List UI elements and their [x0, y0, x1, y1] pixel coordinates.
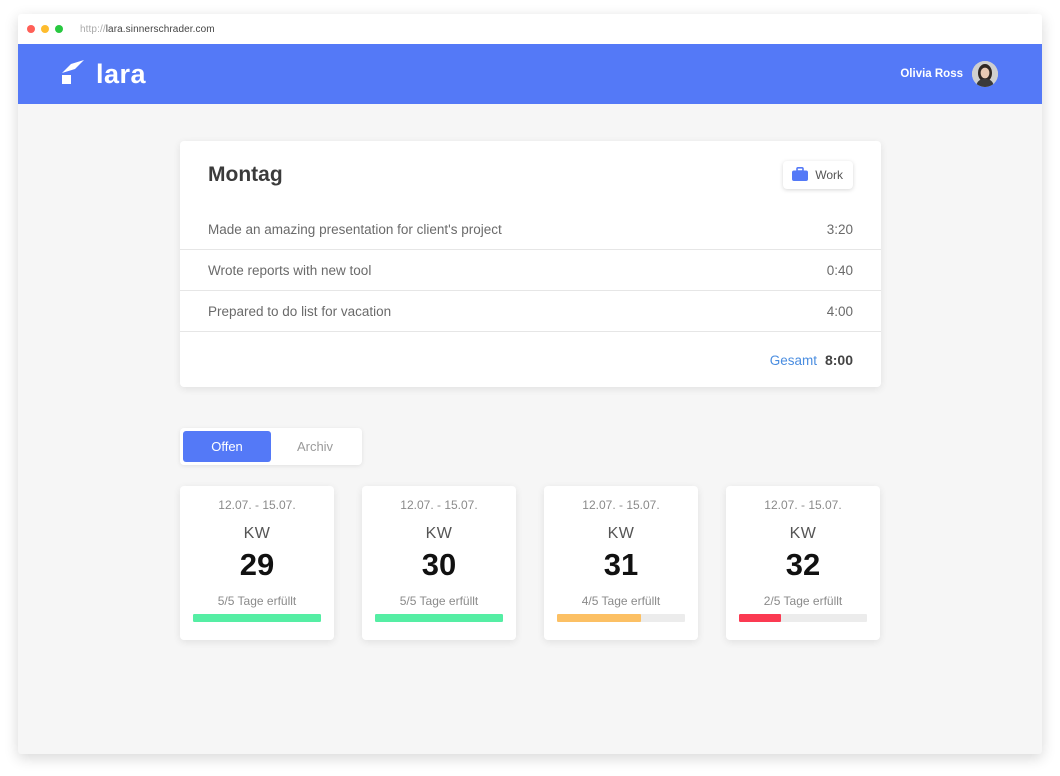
- week-number: 30: [421, 547, 457, 582]
- week-kw-label: KW: [425, 525, 453, 542]
- entry-description: Wrote reports with new tool: [208, 262, 372, 278]
- time-entry-row[interactable]: Wrote reports with new tool 0:40: [180, 250, 881, 291]
- logo-text: lara: [96, 58, 147, 89]
- week-status: 4/5 Tage erfüllt: [581, 594, 661, 608]
- total-label: Gesamt: [769, 352, 817, 368]
- week-card[interactable]: 12.07. - 15.07. KW 30 5/5 Tage erfüllt: [362, 486, 516, 640]
- url-protocol: http://: [80, 23, 106, 35]
- week-date-range: 12.07. - 15.07.: [764, 498, 842, 512]
- week-number: 29: [239, 547, 275, 582]
- category-tag-button[interactable]: Work: [783, 161, 853, 189]
- entry-time: 3:20: [826, 221, 853, 237]
- week-progress-fill: [557, 614, 642, 622]
- week-date-range: 12.07. - 15.07.: [400, 498, 478, 512]
- week-status: 5/5 Tage erfüllt: [399, 594, 479, 608]
- minimize-window-button[interactable]: [41, 25, 49, 33]
- browser-window: http://lara.sinnerschrader.com lara Oliv…: [18, 14, 1042, 754]
- week-progress-bar: [193, 614, 321, 622]
- close-window-button[interactable]: [27, 25, 35, 33]
- week-progress-bar: [375, 614, 503, 622]
- week-card[interactable]: 12.07. - 15.07. KW 29 5/5 Tage erfüllt: [180, 486, 334, 640]
- briefcase-icon: [792, 166, 809, 184]
- week-date-range: 12.07. - 15.07.: [582, 498, 660, 512]
- week-progress-fill: [739, 614, 782, 622]
- total-row: Gesamt 8:00: [180, 332, 881, 388]
- time-entry-row[interactable]: Prepared to do list for vacation 4:00: [180, 291, 881, 332]
- avatar[interactable]: [972, 61, 998, 87]
- entry-time: 4:00: [826, 303, 853, 319]
- maximize-window-button[interactable]: [55, 25, 63, 33]
- week-progress-bar: [557, 614, 685, 622]
- url-host: lara.sinnerschrader.com: [105, 23, 215, 35]
- day-card: Montag Work Made an amazing presentation…: [180, 141, 881, 387]
- week-cards: 12.07. - 15.07. KW 29 5/5 Tage erfüllt 1…: [180, 486, 880, 640]
- week-number: 31: [603, 547, 639, 582]
- week-number: 32: [785, 547, 821, 582]
- week-progress-fill: [375, 614, 503, 622]
- category-tag-label: Work: [815, 168, 843, 182]
- user-name: Olivia Ross: [900, 68, 963, 80]
- browser-titlebar: http://lara.sinnerschrader.com: [18, 14, 1042, 44]
- week-progress-fill: [193, 614, 321, 622]
- window-controls: [27, 25, 63, 33]
- tab-offen[interactable]: Offen: [183, 431, 271, 462]
- entry-description: Made an amazing presentation for client'…: [208, 221, 502, 237]
- week-kw-label: KW: [607, 525, 635, 542]
- day-card-header: Montag Work: [180, 141, 881, 209]
- week-kw-label: KW: [789, 525, 817, 542]
- day-title: Montag: [208, 163, 283, 186]
- total-value: 8:00: [824, 352, 853, 368]
- tab-archiv[interactable]: Archiv: [271, 431, 359, 462]
- address-bar[interactable]: http://lara.sinnerschrader.com: [80, 24, 215, 35]
- week-status: 5/5 Tage erfüllt: [217, 594, 297, 608]
- week-kw-label: KW: [243, 525, 271, 542]
- week-date-range: 12.07. - 15.07.: [218, 498, 296, 512]
- week-card[interactable]: 12.07. - 15.07. KW 31 4/5 Tage erfüllt: [544, 486, 698, 640]
- entry-description: Prepared to do list for vacation: [208, 303, 392, 319]
- lara-logo-icon: [62, 59, 84, 89]
- week-status: 2/5 Tage erfüllt: [763, 594, 843, 608]
- week-filter-tabs: Offen Archiv: [180, 428, 362, 465]
- entry-time: 0:40: [826, 262, 853, 278]
- lara-logo[interactable]: lara: [62, 59, 146, 90]
- user-menu[interactable]: Olivia Ross: [900, 61, 998, 87]
- week-progress-bar: [739, 614, 867, 622]
- time-entry-row[interactable]: Made an amazing presentation for client'…: [180, 209, 881, 250]
- app-header: lara Olivia Ross: [18, 44, 1042, 104]
- week-card[interactable]: 12.07. - 15.07. KW 32 2/5 Tage erfüllt: [726, 486, 880, 640]
